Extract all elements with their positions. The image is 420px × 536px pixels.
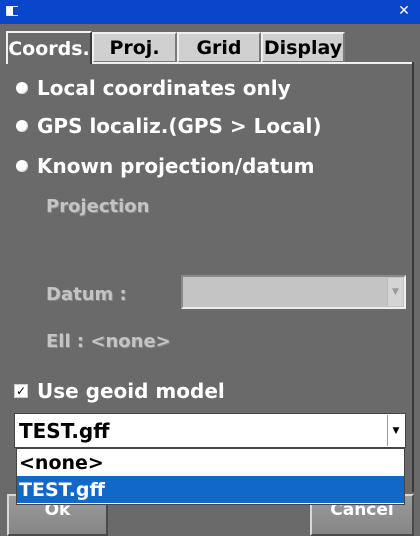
radio-label: Known projection/datum [37, 154, 315, 178]
tab-bar: Coords. Proj. Grid Display [6, 31, 345, 64]
datum-label: Datum : [46, 284, 127, 305]
close-icon[interactable]: ✕ [396, 3, 412, 19]
radio-known-projection[interactable]: Known projection/datum [16, 153, 315, 179]
radio-gps-localization[interactable]: GPS localiz.(GPS > Local) [16, 113, 321, 139]
window-icon[interactable] [6, 6, 18, 16]
tab-coords[interactable]: Coords. [6, 31, 92, 64]
tab-panel-border [92, 62, 414, 64]
ellipsoid-label: Ell : <none> [46, 331, 171, 352]
tab-panel-edge [412, 62, 414, 492]
projection-label: Projection [46, 196, 150, 217]
chevron-down-icon[interactable]: ▼ [387, 415, 404, 446]
coordinates-dialog: ✕ Coords. Proj. Grid Display Local coord… [0, 0, 420, 536]
use-geoid-label: Use geoid model [37, 379, 225, 403]
radio-label: GPS localiz.(GPS > Local) [37, 114, 322, 138]
radio-indicator[interactable] [16, 120, 28, 132]
geoid-model-select[interactable]: TEST.gff ▼ [14, 413, 406, 448]
datum-select[interactable]: ▼ [181, 275, 406, 309]
geoid-dropdown-list: <none> TEST.gff [16, 448, 405, 505]
tab-display[interactable]: Display [261, 32, 345, 63]
radio-indicator[interactable] [16, 160, 28, 172]
use-geoid-checkbox[interactable]: ✓ [14, 384, 28, 398]
title-bar: ✕ [0, 0, 420, 24]
use-geoid-checkbox-row[interactable]: ✓ Use geoid model [14, 378, 225, 404]
dropdown-option-none[interactable]: <none> [17, 449, 404, 476]
chevron-down-icon[interactable]: ▼ [387, 278, 403, 306]
dropdown-option-test-gff[interactable]: TEST.gff [17, 476, 404, 503]
radio-indicator[interactable] [16, 82, 28, 94]
geoid-selected-value: TEST.gff [19, 419, 110, 443]
tab-proj[interactable]: Proj. [92, 32, 177, 63]
radio-label: Local coordinates only [37, 76, 291, 100]
radio-local-coordinates[interactable]: Local coordinates only [16, 75, 291, 101]
tab-grid[interactable]: Grid [177, 32, 261, 63]
